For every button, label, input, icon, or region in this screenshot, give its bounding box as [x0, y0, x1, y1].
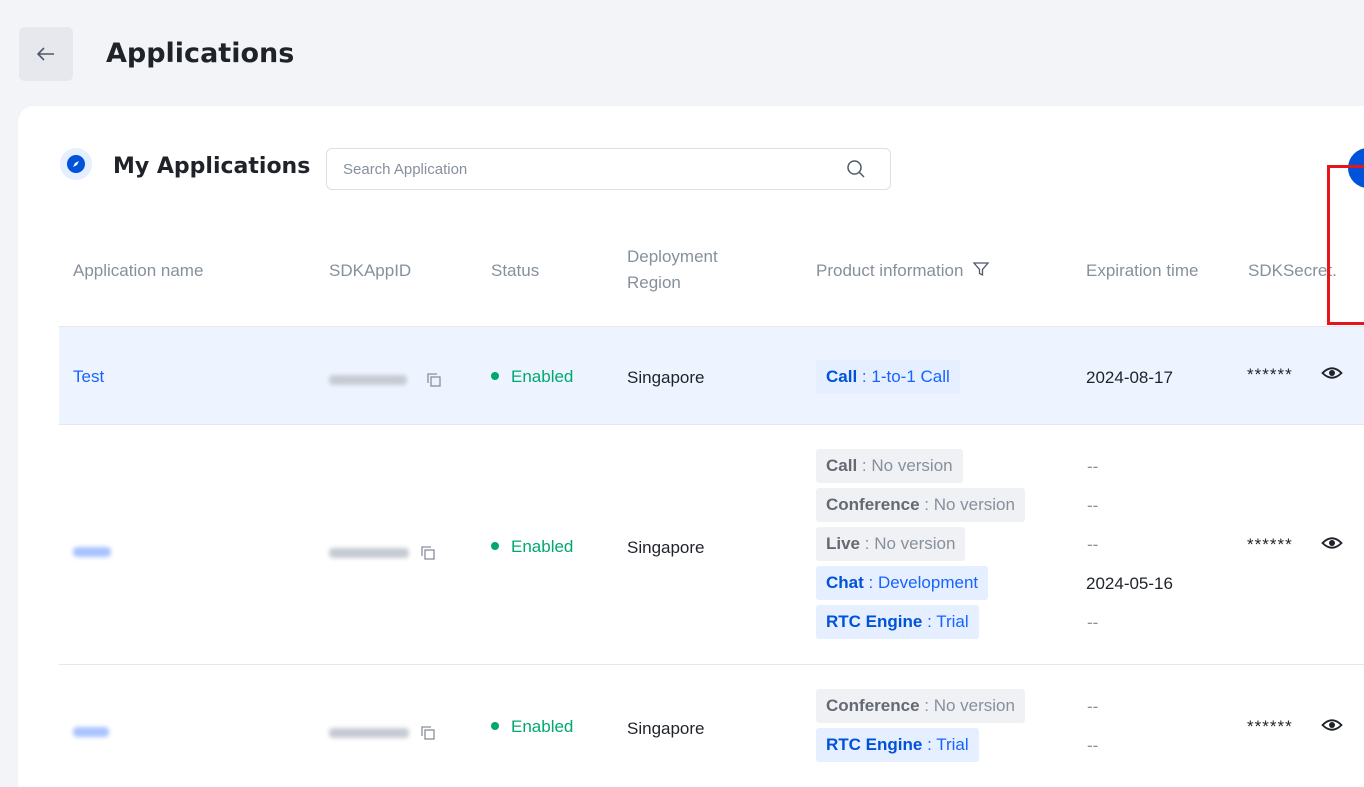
product-tag: RTC Engine : Trial — [816, 605, 979, 639]
sdkappid-value — [329, 370, 407, 390]
col-application-name: Application name — [73, 261, 204, 280]
col-deployment-region: Deployment Region — [627, 244, 718, 296]
expiration-time: 2024-08-17 — [1086, 368, 1173, 387]
table-row[interactable]: Enabled Singapore Call : No version Conf… — [59, 424, 1364, 665]
col-region-line1: Deployment — [627, 247, 718, 266]
col-status: Status — [491, 261, 540, 280]
section-title: My Applications — [113, 154, 311, 179]
product-tag: Call : No version — [816, 449, 963, 483]
table-row[interactable]: Enabled Singapore Conference : No versio… — [59, 664, 1364, 787]
page-header: Applications — [0, 0, 1364, 100]
product-tag: Conference : No version — [816, 689, 1025, 723]
deployment-region: Singapore — [627, 719, 705, 738]
card-header: My Applications — [18, 106, 1364, 216]
copy-icon[interactable] — [426, 372, 442, 388]
sdkappid-value — [329, 723, 409, 743]
product-tag: Conference : No version — [816, 488, 1025, 522]
expiration-time: -- — [1087, 736, 1099, 755]
col-expiration-time: Expiration time — [1086, 261, 1199, 280]
status-badge: Enabled — [491, 367, 573, 387]
search-icon[interactable] — [846, 159, 866, 179]
copy-icon[interactable] — [420, 545, 436, 561]
table-header: Application name SDKAppID Status Deploym… — [18, 216, 1364, 326]
deployment-region: Singapore — [627, 368, 705, 387]
eye-icon[interactable] — [1321, 535, 1343, 551]
filter-icon[interactable] — [972, 260, 990, 278]
search-input[interactable] — [327, 149, 859, 189]
col-product-label: Product information — [816, 261, 964, 280]
application-name-link[interactable] — [73, 722, 109, 742]
table-row[interactable]: Test Enabled Singapore Call : 1-to-1 Cal… — [59, 326, 1364, 425]
status-badge: Enabled — [491, 537, 573, 557]
product-tag: Chat : Development — [816, 566, 989, 600]
page-title: Applications — [106, 38, 295, 69]
application-name-link[interactable]: Test — [73, 367, 104, 387]
expiration-time: -- — [1087, 535, 1099, 554]
expiration-time: 2024-05-16 — [1086, 574, 1173, 593]
expiration-time: -- — [1087, 457, 1099, 476]
expiration-time: -- — [1087, 613, 1099, 632]
expiration-time: -- — [1087, 697, 1099, 716]
eye-icon[interactable] — [1321, 365, 1343, 381]
search-box[interactable] — [326, 148, 891, 190]
highlight-annotation-box — [1327, 165, 1364, 325]
sdksecret-masked: ****** — [1247, 535, 1293, 554]
col-sdksecret: SDKSecret. — [1248, 261, 1337, 280]
compass-icon — [60, 148, 92, 180]
col-region-line2: Region — [627, 273, 681, 292]
sdkappid-value — [329, 543, 409, 563]
deployment-region: Singapore — [627, 538, 705, 557]
sdksecret-masked: ****** — [1247, 365, 1293, 384]
product-tag: Live : No version — [816, 527, 966, 561]
sdksecret-masked: ****** — [1247, 717, 1293, 736]
status-badge: Enabled — [491, 717, 573, 737]
applications-card: My Applications Application name SDKAppI… — [18, 106, 1364, 787]
copy-icon[interactable] — [420, 725, 436, 741]
application-name-link[interactable] — [73, 542, 111, 562]
arrow-left-icon — [37, 47, 54, 61]
col-product-information: Product information — [816, 258, 990, 284]
eye-icon[interactable] — [1321, 717, 1343, 733]
product-tag: Call : 1-to-1 Call — [816, 360, 960, 394]
col-sdkappid: SDKAppID — [329, 261, 412, 280]
back-button[interactable] — [19, 27, 73, 81]
product-tag: RTC Engine : Trial — [816, 728, 979, 762]
expiration-time: -- — [1087, 496, 1099, 515]
